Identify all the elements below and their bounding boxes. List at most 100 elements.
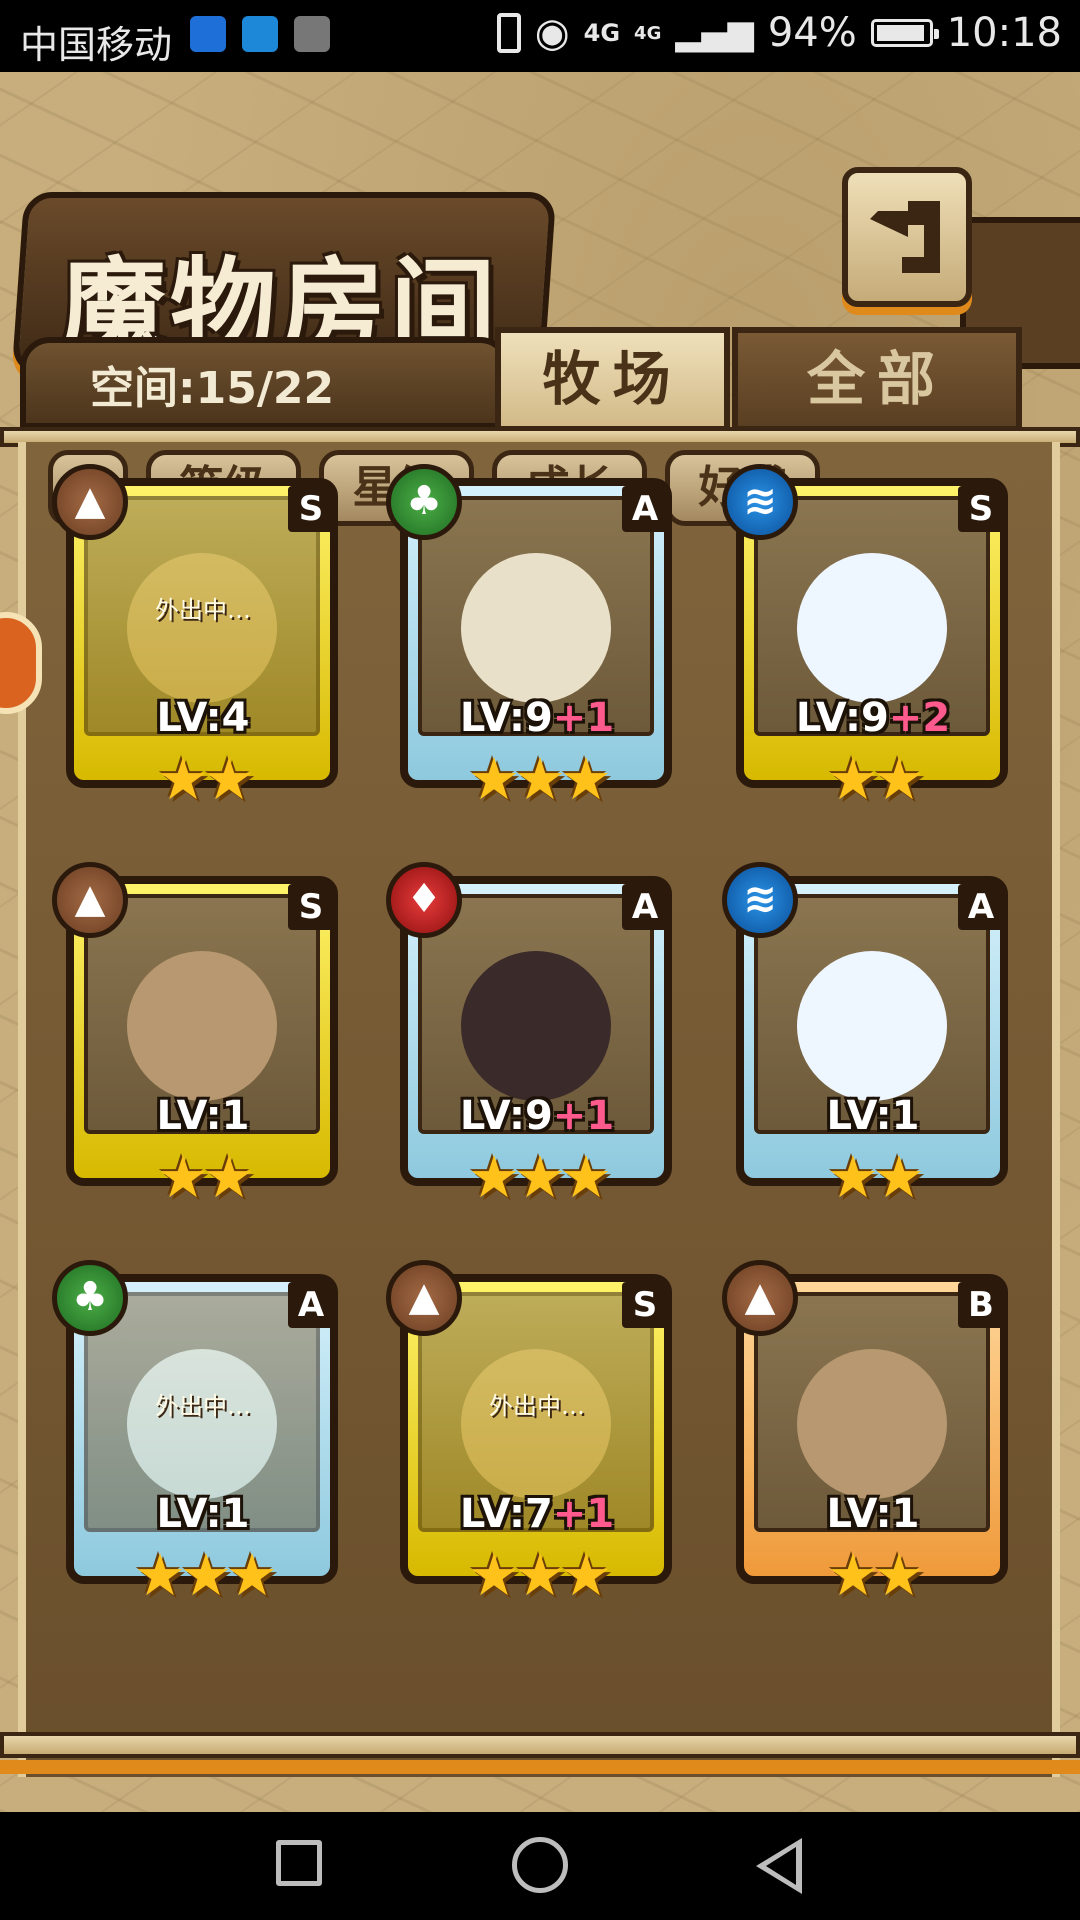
element-water-icon: ≋ — [722, 464, 798, 540]
rank-label: A — [297, 1285, 325, 1325]
monster-figure — [127, 950, 277, 1101]
monster-card[interactable]: S ▲ 外出中… LV:4 ★★ — [52, 464, 348, 813]
rank-badge: S — [958, 486, 1004, 532]
panel-bottom-rail — [0, 1732, 1080, 1758]
level-label: LV:7+1 — [392, 1491, 682, 1537]
level-bonus: +2 — [888, 695, 951, 741]
rank-label: A — [631, 489, 659, 529]
monster-card[interactable]: A ♣ LV:9+1 ★★★ — [386, 464, 682, 813]
star-rating: ★★★ — [468, 745, 612, 813]
level-value: LV:4 — [156, 695, 250, 741]
level-value: LV:9 — [459, 1093, 553, 1139]
element-water-icon: ≋ — [722, 862, 798, 938]
level-label: LV:9+2 — [728, 695, 1018, 741]
element-wood-icon: ♣ — [52, 1260, 128, 1336]
monster-figure — [797, 1348, 947, 1499]
level-label: LV:1 — [728, 1491, 1018, 1537]
rank-badge: A — [622, 884, 668, 930]
rank-label: A — [967, 887, 995, 927]
game-screen: 魔物房间 空间:15/22 牧场 全部 等级 星级 成长 好感 S ▲ 外出中…… — [0, 72, 1080, 1812]
tab-ranch[interactable]: 牧场 — [495, 327, 730, 432]
carrier-name: 中国移动 — [20, 23, 173, 67]
star-rating: ★★★ — [468, 1143, 612, 1211]
level-value: LV:1 — [156, 1093, 250, 1139]
monster-card[interactable]: S ≋ LV:9+2 ★★ — [722, 464, 1018, 813]
away-status: 外出中… — [155, 1392, 251, 1420]
level-label: LV:1 — [728, 1093, 1018, 1139]
level-label: LV:1 — [58, 1491, 348, 1537]
level-label: LV:1 — [58, 1093, 348, 1139]
level-value: LV:1 — [156, 1491, 250, 1537]
element-earth-icon: ▲ — [52, 464, 128, 540]
clock: 10:18 — [946, 10, 1062, 56]
star-rating: ★★ — [827, 745, 925, 813]
rank-badge: S — [622, 1282, 668, 1328]
rank-badge: A — [288, 1282, 334, 1328]
element-earth-icon: ▲ — [722, 1260, 798, 1336]
rank-label: B — [968, 1285, 994, 1325]
home-icon[interactable] — [512, 1837, 568, 1893]
monster-figure — [461, 950, 611, 1101]
star-rating: ★★ — [827, 1541, 925, 1609]
recent-apps-icon[interactable] — [276, 1840, 322, 1886]
level-value: LV:1 — [826, 1491, 920, 1537]
star-rating: ★★ — [157, 1143, 255, 1211]
status-bar: 中国移动 ◉ 4G 4G ▂▄▆ 94% 10:18 — [0, 0, 1080, 72]
monster-card[interactable]: A ♦ LV:9+1 ★★★ — [386, 862, 682, 1211]
network-type: 4G — [583, 19, 621, 47]
star-rating: ★★★ — [134, 1541, 278, 1609]
signal-icon: ▂▄▆ — [675, 13, 754, 53]
monster-figure — [797, 552, 947, 703]
level-bonus: +1 — [552, 1491, 615, 1537]
element-fire-icon: ♦ — [386, 862, 462, 938]
star-rating: ★★★ — [468, 1541, 612, 1609]
rank-badge: A — [622, 486, 668, 532]
level-value: LV:9 — [459, 695, 553, 741]
rank-badge: A — [958, 884, 1004, 930]
hotspot-icon — [190, 16, 226, 52]
level-value: LV:7 — [459, 1491, 553, 1537]
rank-label: S — [632, 1285, 658, 1325]
monster-figure — [461, 1348, 611, 1499]
monster-card[interactable]: S ▲ 外出中… LV:7+1 ★★★ — [386, 1260, 682, 1609]
battery-percent: 94% — [767, 10, 857, 56]
away-status: 外出中… — [155, 596, 251, 624]
monster-figure — [127, 1348, 277, 1499]
tab-all[interactable]: 全部 — [732, 327, 1022, 432]
rank-badge: B — [958, 1282, 1004, 1328]
rank-label: S — [968, 489, 994, 529]
element-earth-icon: ▲ — [52, 862, 128, 938]
vibrate-icon — [496, 13, 521, 53]
level-bonus: +1 — [552, 1093, 615, 1139]
network-type-2: 4G — [634, 22, 662, 44]
back-button[interactable] — [842, 167, 972, 307]
star-rating: ★★ — [827, 1143, 925, 1211]
space-counter: 空间:15/22 — [90, 363, 335, 414]
app-notification-icon — [242, 16, 278, 52]
monster-card[interactable]: S ▲ LV:1 ★★ — [52, 862, 348, 1211]
monster-card[interactable]: A ♣ 外出中… LV:1 ★★★ — [52, 1260, 348, 1609]
monster-figure — [127, 552, 277, 703]
gallery-icon — [294, 16, 330, 52]
rank-label: S — [298, 489, 324, 529]
rank-badge: S — [288, 486, 334, 532]
level-label: LV:4 — [58, 695, 348, 741]
monster-card[interactable]: B ▲ LV:1 ★★ — [722, 1260, 1018, 1609]
level-label: LV:9+1 — [392, 695, 682, 741]
element-earth-icon: ▲ — [386, 1260, 462, 1336]
eye-comfort-icon: ◉ — [534, 10, 570, 56]
panel-bottom-trim — [0, 1760, 1080, 1774]
away-status: 外出中… — [489, 1392, 585, 1420]
level-value: LV:9 — [795, 695, 889, 741]
back-icon[interactable] — [756, 1838, 802, 1894]
level-value: LV:1 — [826, 1093, 920, 1139]
monster-figure — [461, 552, 611, 703]
rank-label: S — [298, 887, 324, 927]
level-bonus: +1 — [552, 695, 615, 741]
level-label: LV:9+1 — [392, 1093, 682, 1139]
monster-figure — [797, 950, 947, 1101]
back-arrow-icon — [870, 201, 940, 273]
rank-badge: S — [288, 884, 334, 930]
star-rating: ★★ — [157, 745, 255, 813]
monster-card[interactable]: A ≋ LV:1 ★★ — [722, 862, 1018, 1211]
